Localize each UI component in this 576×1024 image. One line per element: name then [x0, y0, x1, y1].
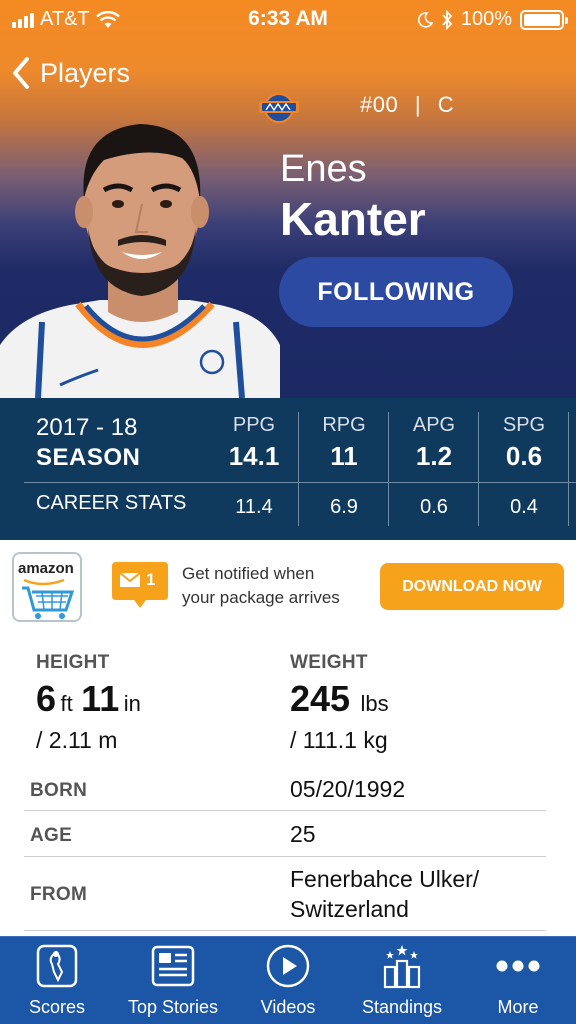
stat-header: PPG [232, 414, 276, 436]
stat-season-value: 0.6 [505, 441, 543, 471]
stat-header: SPG [502, 414, 546, 436]
height-imperial: 6 ft 11 in [36, 678, 141, 720]
career-stats-label: CAREER STATS [36, 492, 187, 514]
age-label: AGE [30, 825, 73, 846]
stat-season-value: 1.2 [415, 441, 453, 471]
tab-label: Standings [361, 997, 443, 1017]
amazon-logo-text: amazon [18, 560, 74, 577]
stat-rpg: RPG 11 6.9 [299, 414, 389, 519]
height-inches: 11 [81, 678, 120, 719]
message-bubble-icon [112, 562, 168, 608]
stat-career-value: 0.6 [420, 496, 448, 518]
battery-percent: 100% [460, 8, 512, 30]
standings-icon [383, 945, 421, 989]
row-divider [24, 810, 546, 811]
height-feet: 6 [36, 678, 57, 719]
from-line-2: Switzerland [290, 896, 409, 922]
chevron-left-icon [13, 57, 29, 89]
tab-more[interactable]: More [476, 937, 560, 1024]
player-photo [0, 124, 280, 398]
from-line-1: Fenerbahce Ulker/ [290, 866, 480, 892]
scores-icon [36, 944, 78, 988]
stats-panel: 2017 - 18 SEASON CAREER STATS PPG 14.1 1… [0, 398, 576, 540]
age-value: 25 [290, 821, 316, 847]
season-year: 2017 - 18 [36, 414, 138, 441]
tab-scores[interactable]: Scores [14, 937, 100, 1024]
videos-icon [266, 944, 310, 988]
player-header: AT&T 6:33 AM 100% Players #00 | C Enes K… [0, 0, 576, 398]
ad-message: Get notified when your package arrives [182, 562, 340, 610]
ad-banner[interactable]: amazon 1 Get notified when your package … [0, 540, 576, 638]
ad-line-1: Get notified when [182, 564, 315, 583]
top-stories-icon [151, 945, 195, 987]
stat-career-value: 6.9 [330, 496, 358, 518]
battery-icon [520, 9, 568, 30]
moon-icon [417, 11, 433, 28]
row-divider [24, 856, 546, 857]
tab-top-stories[interactable]: Top Stories [118, 937, 228, 1024]
row-divider [24, 930, 546, 931]
stat-season-value: 11 [330, 441, 358, 471]
status-right: 100% [417, 8, 568, 31]
following-button[interactable]: FOLLOWING [279, 257, 513, 327]
back-button[interactable]: Players [12, 56, 130, 90]
stat-apg: APG 1.2 0.6 [389, 414, 479, 519]
more-icon [496, 960, 540, 972]
stat-spg: SPG 0.6 0.4 [479, 414, 569, 519]
status-bar: AT&T 6:33 AM 100% [0, 0, 576, 38]
jersey-position: #00 | C [360, 92, 454, 118]
from-label: FROM [30, 884, 88, 905]
player-first-name: Enes [280, 148, 367, 190]
notification-count: 1 [146, 570, 156, 589]
shopping-cart-icon [22, 578, 75, 619]
stat-season-value: 14.1 [228, 441, 280, 471]
weight-imperial: 245 lbs [290, 678, 389, 720]
jersey-separator: | [414, 92, 422, 117]
born-label: BORN [30, 780, 88, 801]
tab-label: Top Stories [127, 997, 219, 1017]
weight-metric: / 111.1 kg [290, 727, 388, 753]
born-value: 05/20/1992 [290, 776, 406, 802]
tab-videos[interactable]: Videos [246, 937, 330, 1024]
height-label: HEIGHT [36, 652, 110, 673]
player-position: C [437, 92, 455, 117]
weight-label: WEIGHT [290, 652, 368, 673]
amazon-app-icon[interactable]: amazon [12, 552, 82, 622]
height-feet-unit: ft [60, 691, 73, 716]
weight-unit: lbs [360, 691, 389, 716]
back-label: Players [40, 57, 131, 88]
season-label: SEASON [36, 444, 141, 471]
height-inches-unit: in [123, 691, 141, 716]
stat-header: APG [412, 414, 456, 436]
stat-career-value: 11.4 [235, 496, 273, 518]
jersey-number: #00 [360, 92, 399, 117]
tab-bar: Scores Top Stories Videos Standings More [0, 936, 576, 1024]
tab-standings[interactable]: Standings [352, 937, 452, 1024]
stat-header: RPG [322, 414, 366, 436]
weight-value: 245 [290, 678, 351, 719]
ad-line-2: your package arrives [182, 588, 340, 607]
tab-label: More [497, 997, 539, 1017]
notification-icon: 1 [112, 560, 168, 612]
tab-label: Videos [260, 997, 316, 1017]
player-last-name: Kanter [280, 193, 426, 245]
height-metric: / 2.11 m [36, 727, 118, 753]
stat-ppg: PPG 14.1 11.4 [209, 414, 299, 519]
download-now-button[interactable]: DOWNLOAD NOW [380, 563, 564, 610]
tab-label: Scores [28, 997, 86, 1017]
bluetooth-icon [442, 9, 453, 30]
stat-career-value: 0.4 [510, 496, 538, 518]
